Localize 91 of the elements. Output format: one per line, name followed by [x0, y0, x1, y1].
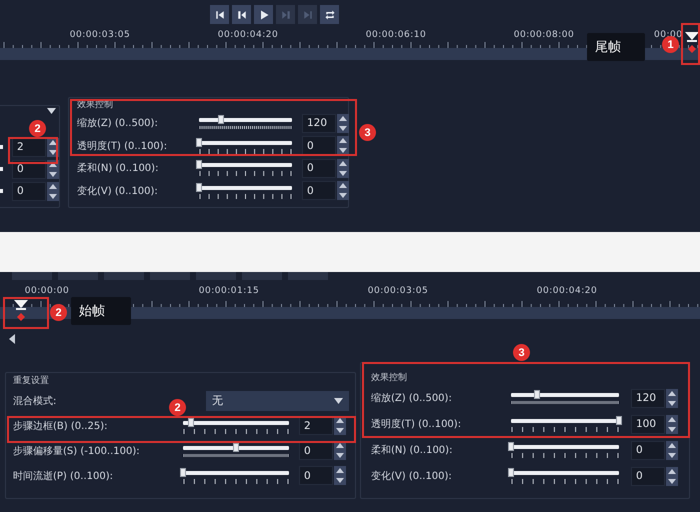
caret-icon[interactable] [47, 108, 56, 114]
spin-arrows-icon[interactable] [47, 182, 59, 200]
spin-arrows-icon[interactable] [337, 158, 349, 178]
slider-track[interactable] [511, 393, 619, 397]
slider-thumb[interactable] [616, 416, 622, 425]
number-field[interactable]: 0 [12, 182, 46, 200]
number-field[interactable]: 120 [302, 114, 336, 133]
spin-arrows-icon[interactable] [337, 136, 349, 156]
slider-thumb[interactable] [196, 138, 202, 147]
spin-arrows-icon[interactable] [666, 440, 678, 460]
timecode-label: 00:00:04:20 [218, 30, 278, 40]
prev-button[interactable] [232, 5, 251, 24]
play-button[interactable] [254, 5, 273, 24]
slider-track[interactable] [0, 145, 2, 149]
slider-label: 变化(V) (0..100): [77, 184, 158, 198]
step-badge: 1 [662, 36, 679, 53]
slider-track[interactable] [199, 140, 292, 145]
timecode-label: 00:00:08:00 [514, 30, 574, 40]
skip-end-icon [302, 8, 314, 20]
spin-arrows-icon[interactable] [337, 114, 349, 133]
slider-thumb[interactable] [196, 182, 202, 192]
number-field[interactable]: 0 [302, 158, 336, 178]
slider-track[interactable] [183, 420, 289, 424]
skip-start-icon [214, 8, 226, 20]
slider-thumb[interactable] [196, 160, 202, 170]
slider-track[interactable] [511, 419, 619, 423]
slider-thumb[interactable] [508, 442, 514, 451]
timecode-label: 00:00:06:10 [366, 30, 426, 40]
timecode-label: 00:00:04:20 [536, 286, 598, 296]
number-field[interactable]: 0 [299, 466, 333, 485]
slider-track[interactable] [0, 167, 2, 171]
caret-icon [334, 398, 343, 404]
highlight-box [3, 297, 49, 329]
slider-track[interactable] [0, 189, 2, 193]
slider-track[interactable] [199, 186, 292, 190]
slider-label: 步骤边框(B) (0..25): [13, 420, 108, 432]
slider-track[interactable] [511, 471, 619, 475]
slider-track[interactable] [183, 446, 289, 450]
slider-label: 缩放(Z) (0..500): [77, 116, 158, 130]
slider-thumb[interactable] [180, 468, 186, 476]
slider-label: 变化(V) (0..100): [371, 470, 452, 483]
highlight-box [8, 137, 58, 164]
step-badge: 3 [513, 344, 530, 361]
slider-label: 柔和(N) (0..100): [77, 162, 158, 176]
slider-track[interactable] [183, 470, 289, 474]
spin-arrows-icon[interactable] [666, 414, 678, 434]
number-field[interactable]: 0 [631, 466, 665, 486]
slider-label: 缩放(Z) (0..500): [371, 392, 452, 405]
step-badge: 2 [169, 399, 186, 416]
keyframe-marker-icon[interactable] [684, 31, 700, 55]
slider-track[interactable] [511, 445, 619, 449]
timecode-label: 00:00:01:15 [198, 286, 260, 296]
step-badge: 2 [50, 304, 67, 321]
highlight-box [681, 23, 700, 65]
tooltip: 始帧 [71, 297, 131, 325]
spin-arrows-icon[interactable] [337, 181, 349, 200]
slider-thumb[interactable] [218, 115, 224, 124]
tooltip: 尾帧 [587, 33, 645, 61]
timecode-label: 00:00:00 [24, 286, 70, 296]
slider-thumb[interactable] [534, 390, 540, 399]
number-field[interactable]: 0 [631, 440, 665, 460]
repeat-icon [324, 8, 336, 20]
group-title: 重复设置 [13, 376, 50, 387]
spin-arrows-icon[interactable] [666, 388, 678, 408]
slider-track[interactable] [199, 163, 292, 168]
number-field[interactable]: 0 [302, 136, 336, 156]
slider-label: 透明度(T) (0..100): [77, 140, 168, 153]
blend-mode-dropdown[interactable]: 无 [206, 390, 349, 410]
spin-arrows-icon[interactable] [334, 466, 346, 485]
slider-thumb[interactable] [508, 468, 514, 477]
spin-arrows-icon[interactable] [666, 466, 678, 486]
blend-mode-label: 混合模式: [13, 394, 56, 408]
repeat-button[interactable] [320, 5, 339, 24]
step-forward-icon [280, 8, 292, 20]
step-back-icon [236, 8, 248, 20]
slider-label: 透明度(T) (0..100): [371, 418, 462, 431]
keyframe-marker-icon[interactable] [13, 299, 29, 323]
first-button[interactable] [210, 5, 229, 24]
step-badge: 3 [359, 124, 376, 141]
number-field[interactable]: 100 [631, 414, 665, 434]
group-title: 效果控制 [371, 373, 408, 384]
slider-track[interactable] [199, 118, 292, 122]
timecode-label: 00:00:03:05 [368, 286, 428, 296]
slider-label: 柔和(N) (0..100): [371, 444, 452, 457]
timecode-label: 00:00:03:05 [70, 30, 130, 40]
scroll-left-icon[interactable] [9, 334, 15, 344]
number-field[interactable]: 0 [302, 181, 336, 200]
number-field[interactable]: 120 [631, 388, 665, 408]
slider-label: 步骤偏移量(S) (-100..100): [13, 444, 140, 458]
step-badge: 2 [29, 120, 46, 137]
slider-label: 时间流逝(P) (0..100): [13, 470, 113, 482]
